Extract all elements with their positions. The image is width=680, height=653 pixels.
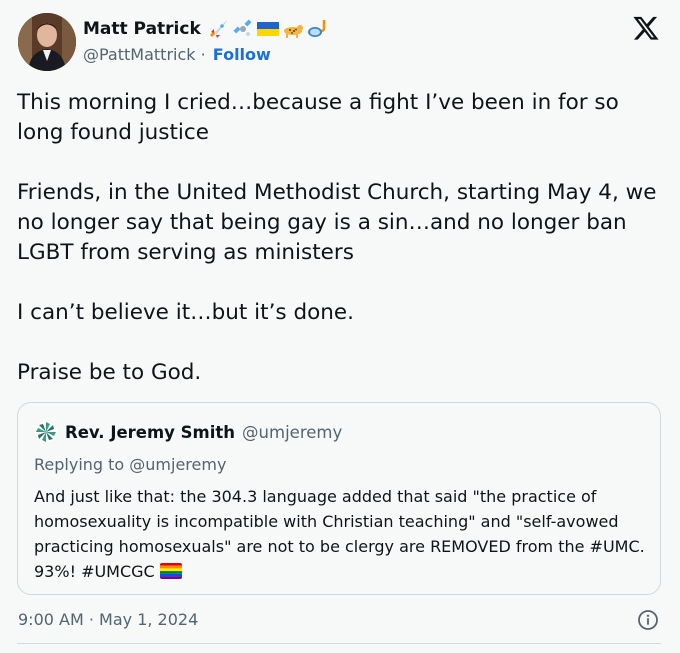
- quoted-author-handle[interactable]: @umjeremy: [242, 423, 342, 442]
- tweet-paragraph: Friends, in the United Methodist Church,…: [17, 180, 657, 265]
- author-photo: [18, 13, 76, 71]
- handle-separator: ·: [195, 45, 211, 64]
- quoted-author-name[interactable]: Rev. Jeremy Smith: [65, 423, 235, 442]
- author-display-name[interactable]: Matt Patrick: [83, 19, 201, 39]
- leopard-emoji-icon: [283, 25, 303, 38]
- tweet-paragraph: This morning I cried…because a fight I’v…: [17, 90, 619, 145]
- author-avatar[interactable]: [18, 13, 76, 71]
- quoted-author-avatar-icon[interactable]: [35, 421, 57, 443]
- ukraine-flag-emoji-icon: [256, 22, 279, 36]
- tweet-paragraph: I can’t believe it…but it’s done.: [17, 300, 354, 325]
- follow-button[interactable]: Follow: [213, 45, 271, 64]
- rainbow-flag-emoji-icon: [159, 563, 182, 579]
- author-header: Matt Patrick @PattMattrick · Follow: [83, 16, 329, 64]
- author-handle[interactable]: @PattMattrick: [83, 45, 196, 64]
- footer-divider: [17, 643, 661, 644]
- author-emoji-row: [207, 18, 329, 40]
- quoted-tweet-card[interactable]: Rev. Jeremy Smith @umjeremy Replying to …: [17, 402, 661, 595]
- tweet-paragraph: Praise be to God.: [17, 360, 202, 385]
- quoted-tweet-header: Rev. Jeremy Smith @umjeremy: [35, 421, 342, 443]
- diving-mask-emoji-icon: [307, 20, 326, 37]
- quoted-tweet-text: And just like that: the 304.3 language a…: [34, 487, 645, 581]
- x-logo-icon[interactable]: [632, 14, 660, 42]
- rocket-emoji-icon: [209, 20, 227, 38]
- replying-to-label: Replying to @umjeremy: [34, 455, 227, 474]
- tweet-text: This morning I cried…because a fight I’v…: [17, 88, 657, 388]
- satellite-emoji-icon: [233, 19, 252, 36]
- quoted-tweet-body: And just like that: the 304.3 language a…: [34, 484, 646, 584]
- tweet-timestamp[interactable]: 9:00 AM · May 1, 2024: [18, 610, 198, 629]
- info-icon[interactable]: [637, 609, 659, 631]
